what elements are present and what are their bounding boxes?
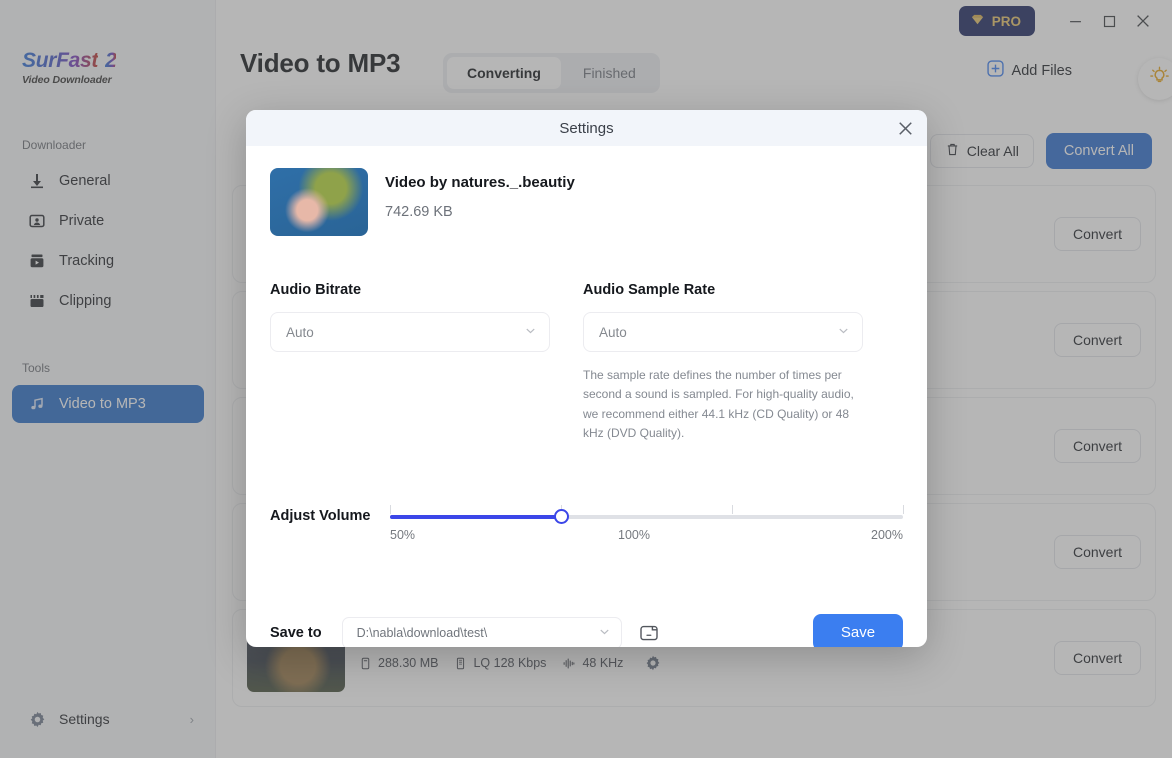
volume-tick-150 bbox=[731, 505, 733, 514]
volume-min-label: 50% bbox=[390, 528, 416, 542]
audio-bitrate-field: Audio Bitrate Auto bbox=[270, 282, 550, 444]
volume-scale: 50% 100% 200% bbox=[390, 528, 903, 542]
audio-bitrate-select[interactable]: Auto bbox=[270, 312, 550, 352]
dialog-file-size: 742.69 KB bbox=[385, 204, 453, 220]
chevron-down-icon bbox=[524, 324, 537, 340]
audio-sample-rate-field: Audio Sample Rate Auto The sample rate d… bbox=[583, 282, 863, 444]
volume-track[interactable] bbox=[390, 509, 903, 524]
save-to-row: Save to D:\nabla\download\test\ Save bbox=[270, 614, 903, 647]
volume-slider[interactable]: 50% 100% 200% bbox=[390, 501, 904, 542]
volume-track-fill bbox=[390, 515, 561, 519]
volume-tick-200 bbox=[903, 505, 904, 514]
volume-tick-50 bbox=[390, 505, 391, 514]
chevron-down-icon bbox=[837, 324, 850, 340]
settings-dialog: Settings Video by natures._.beautiy 742.… bbox=[246, 110, 927, 647]
save-button[interactable]: Save bbox=[813, 614, 903, 647]
volume-knob[interactable] bbox=[553, 509, 569, 524]
audio-sample-rate-select[interactable]: Auto bbox=[583, 312, 863, 352]
audio-sample-rate-hint: The sample rate defines the number of ti… bbox=[583, 368, 854, 441]
folder-icon[interactable] bbox=[638, 622, 660, 644]
save-to-label: Save to bbox=[270, 624, 322, 641]
save-path-select[interactable]: D:\nabla\download\test\ bbox=[341, 616, 622, 647]
file-thumbnail bbox=[270, 168, 368, 236]
dialog-title: Settings bbox=[559, 119, 614, 137]
dialog-file-name: Video by natures._.beautiy bbox=[385, 174, 575, 191]
adjust-volume-label: Adjust Volume bbox=[270, 508, 371, 524]
dialog-header: Settings bbox=[246, 110, 927, 146]
audio-sample-rate-label: Audio Sample Rate bbox=[583, 282, 716, 298]
audio-settings-fields: Audio Bitrate Auto Audio Sample Rate Aut… bbox=[270, 282, 903, 444]
close-icon[interactable] bbox=[893, 116, 917, 140]
volume-ticks bbox=[390, 505, 904, 515]
adjust-volume-row: Adjust Volume 50% 100% 200% bbox=[270, 501, 904, 542]
dialog-body: Video by natures._.beautiy 742.69 KB Aud… bbox=[246, 146, 927, 647]
chevron-down-icon bbox=[598, 625, 611, 641]
dialog-file-info: Video by natures._.beautiy 742.69 KB bbox=[270, 168, 903, 236]
audio-bitrate-value: Auto bbox=[286, 324, 314, 340]
volume-mid-label: 100% bbox=[618, 528, 651, 542]
save-path-value: D:\nabla\download\test\ bbox=[356, 625, 488, 640]
audio-sample-rate-value: Auto bbox=[599, 324, 627, 340]
volume-max-label: 200% bbox=[871, 528, 903, 542]
app-window: SurFast 2 Video Downloader Downloader Gen… bbox=[0, 0, 1172, 758]
audio-bitrate-label: Audio Bitrate bbox=[270, 282, 362, 298]
